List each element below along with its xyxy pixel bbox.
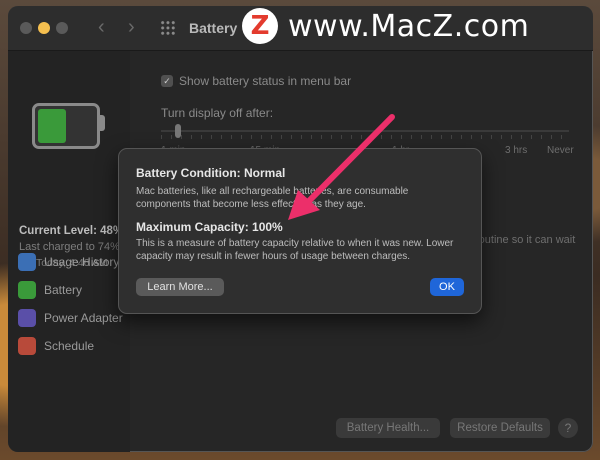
battery-fill [38,109,66,143]
battery-icon [18,281,36,299]
slider-ticks [161,135,569,139]
show-battery-status-label: Show battery status in menu bar [179,74,352,88]
sidebar-item-label: Power Adapter [44,311,123,325]
sidebar-item-usage-history[interactable]: Usage History [18,252,119,272]
turn-display-off-label: Turn display off after: [161,106,274,120]
sidebar-item-schedule[interactable]: Schedule [18,336,94,356]
close-window-button[interactable] [20,22,32,34]
learn-more-button[interactable]: Learn More... [136,278,224,296]
sidebar-item-label: Battery [44,283,83,297]
show-battery-status-row[interactable]: ✓ Show battery status in menu bar [161,74,351,88]
watermark-logo-icon: Z [242,8,278,44]
window-title: Battery [189,20,238,36]
battery-health-button[interactable]: Battery Health... [336,418,440,438]
minimize-window-button[interactable] [38,22,50,34]
sidebar-item-label: Schedule [44,339,95,353]
chart-icon [18,253,36,271]
help-button[interactable]: ? [558,418,578,438]
show-all-grid-icon[interactable] [160,20,176,36]
sidebar-item-battery[interactable]: Battery [18,280,82,300]
watermark: Z www.MacZ.com [242,6,582,46]
show-battery-status-checkbox[interactable]: ✓ [161,75,173,87]
current-level-text: Current Level: 48% [19,225,124,237]
maximum-capacity-description: This is a measure of battery capacity re… [136,238,454,262]
battery-health-dialog: Battery Condition: Normal Mac batteries,… [118,148,482,314]
back-arrow-icon[interactable]: ‹ [98,16,105,39]
battery-condition-title: Battery Condition: Normal [136,166,286,180]
sidebar: Current Level: 48% Last charged to 74% T… [8,51,130,452]
slider-label-3-hrs: 3 hrs [505,145,528,156]
restore-defaults-button[interactable]: Restore Defaults [450,418,550,438]
optimized-charging-hint: routine so it can wait [475,234,576,246]
forward-arrow-icon[interactable]: › [128,16,135,39]
maximum-capacity-title: Maximum Capacity: 100% [136,220,283,234]
battery-terminal [100,115,105,131]
watermark-text: www.MacZ.com [288,8,530,44]
zoom-window-button[interactable] [56,22,68,34]
battery-level-icon [32,103,100,149]
sidebar-item-power-adapter[interactable]: Power Adapter [18,308,123,328]
calendar-icon [18,337,36,355]
display-off-slider-track[interactable] [161,130,569,132]
ok-button[interactable]: OK [430,278,464,296]
battery-condition-description: Mac batteries, like all rechargeable bat… [136,186,409,210]
sidebar-item-label: Usage History [44,255,120,269]
slider-label-never: Never [547,145,574,156]
plug-icon [18,309,36,327]
